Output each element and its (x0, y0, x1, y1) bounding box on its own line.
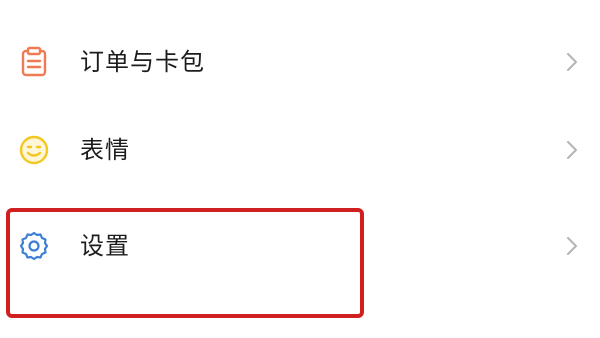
menu-item-stickers[interactable]: 表情 (0, 118, 600, 182)
menu-item-label: 表情 (80, 136, 130, 164)
chevron-right-icon (564, 50, 580, 74)
chevron-right-icon (564, 138, 580, 162)
order-card-icon (18, 46, 50, 78)
menu-item-label: 订单与卡包 (80, 48, 205, 76)
settings-menu-screen: 订单与卡包 表情 设置 (0, 0, 600, 338)
menu-item-orders[interactable]: 订单与卡包 (0, 30, 600, 94)
chevron-right-icon (564, 234, 580, 258)
emoji-smile-icon (18, 134, 50, 166)
highlight-box (6, 208, 364, 318)
